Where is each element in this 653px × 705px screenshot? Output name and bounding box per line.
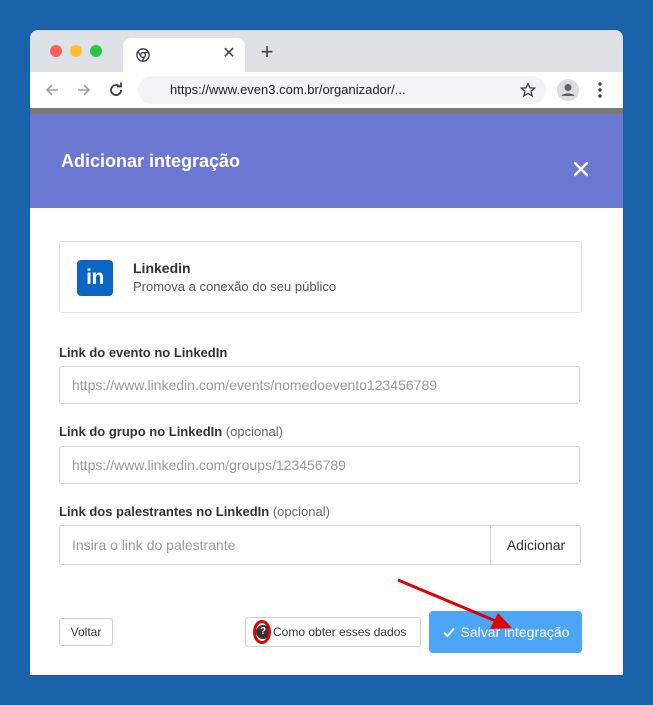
star-icon[interactable] xyxy=(520,82,536,98)
menu-icon[interactable] xyxy=(592,80,608,100)
annotation-circle xyxy=(253,620,271,644)
integration-name: Linkedin xyxy=(133,260,191,276)
group-link-input[interactable]: https://www.linkedin.com/groups/12345678… xyxy=(59,446,580,484)
help-button[interactable]: ? Como obter esses dados xyxy=(245,617,421,647)
forward-arrow-icon[interactable] xyxy=(74,80,94,100)
tab-close-icon[interactable]: ✕ xyxy=(220,45,238,63)
speakers-link-group: Insira o link do palestrante Adicionar xyxy=(59,525,581,565)
event-link-label: Link do evento no LinkedIn xyxy=(59,345,228,360)
tab-strip: ✕ + xyxy=(30,30,623,72)
group-link-label: Link do grupo no LinkedIn (opcional) xyxy=(59,424,283,439)
modal-header: Adicionar integração xyxy=(30,114,623,208)
group-link-optional: (opcional) xyxy=(225,424,283,439)
close-window-button[interactable] xyxy=(50,45,62,57)
integration-description: Promova a conexão do seu público xyxy=(133,279,337,294)
speakers-link-input[interactable]: Insira o link do palestrante xyxy=(60,526,502,564)
speakers-link-label-text: Link dos palestrantes no LinkedIn xyxy=(59,504,270,519)
group-link-label-text: Link do grupo no LinkedIn xyxy=(59,424,223,439)
chrome-icon xyxy=(136,48,150,62)
speakers-link-label: Link dos palestrantes no LinkedIn (opcio… xyxy=(59,504,330,519)
add-speaker-button[interactable]: Adicionar xyxy=(490,526,581,564)
speakers-link-optional: (opcional) xyxy=(272,504,330,519)
back-arrow-icon[interactable] xyxy=(42,80,62,100)
browser-window: ✕ + https://www.even3.com.br/organizador… xyxy=(30,30,623,675)
minimize-window-button[interactable] xyxy=(70,45,82,57)
save-button-label: Salvar integração xyxy=(460,624,570,640)
reload-icon[interactable] xyxy=(106,80,126,100)
new-tab-button[interactable]: + xyxy=(257,41,277,63)
address-bar[interactable]: https://www.even3.com.br/organizador/... xyxy=(138,76,546,104)
save-integration-button[interactable]: Salvar integração xyxy=(429,611,582,653)
integration-card: in Linkedin Promova a conexão do seu púb… xyxy=(59,241,582,313)
event-link-input[interactable]: https://www.linkedin.com/events/nomedoev… xyxy=(59,366,580,404)
profile-icon[interactable] xyxy=(557,79,579,101)
url-text: https://www.even3.com.br/organizador/... xyxy=(170,82,406,97)
back-button[interactable]: Voltar xyxy=(59,618,113,646)
browser-tab[interactable]: ✕ xyxy=(123,38,245,72)
linkedin-icon: in xyxy=(77,260,113,296)
maximize-window-button[interactable] xyxy=(90,45,102,57)
browser-toolbar: https://www.even3.com.br/organizador/... xyxy=(30,72,623,108)
close-icon[interactable] xyxy=(570,158,592,180)
check-icon xyxy=(442,627,455,638)
modal-title: Adicionar integração xyxy=(61,151,241,171)
help-button-label: Como obter esses dados xyxy=(273,625,407,639)
